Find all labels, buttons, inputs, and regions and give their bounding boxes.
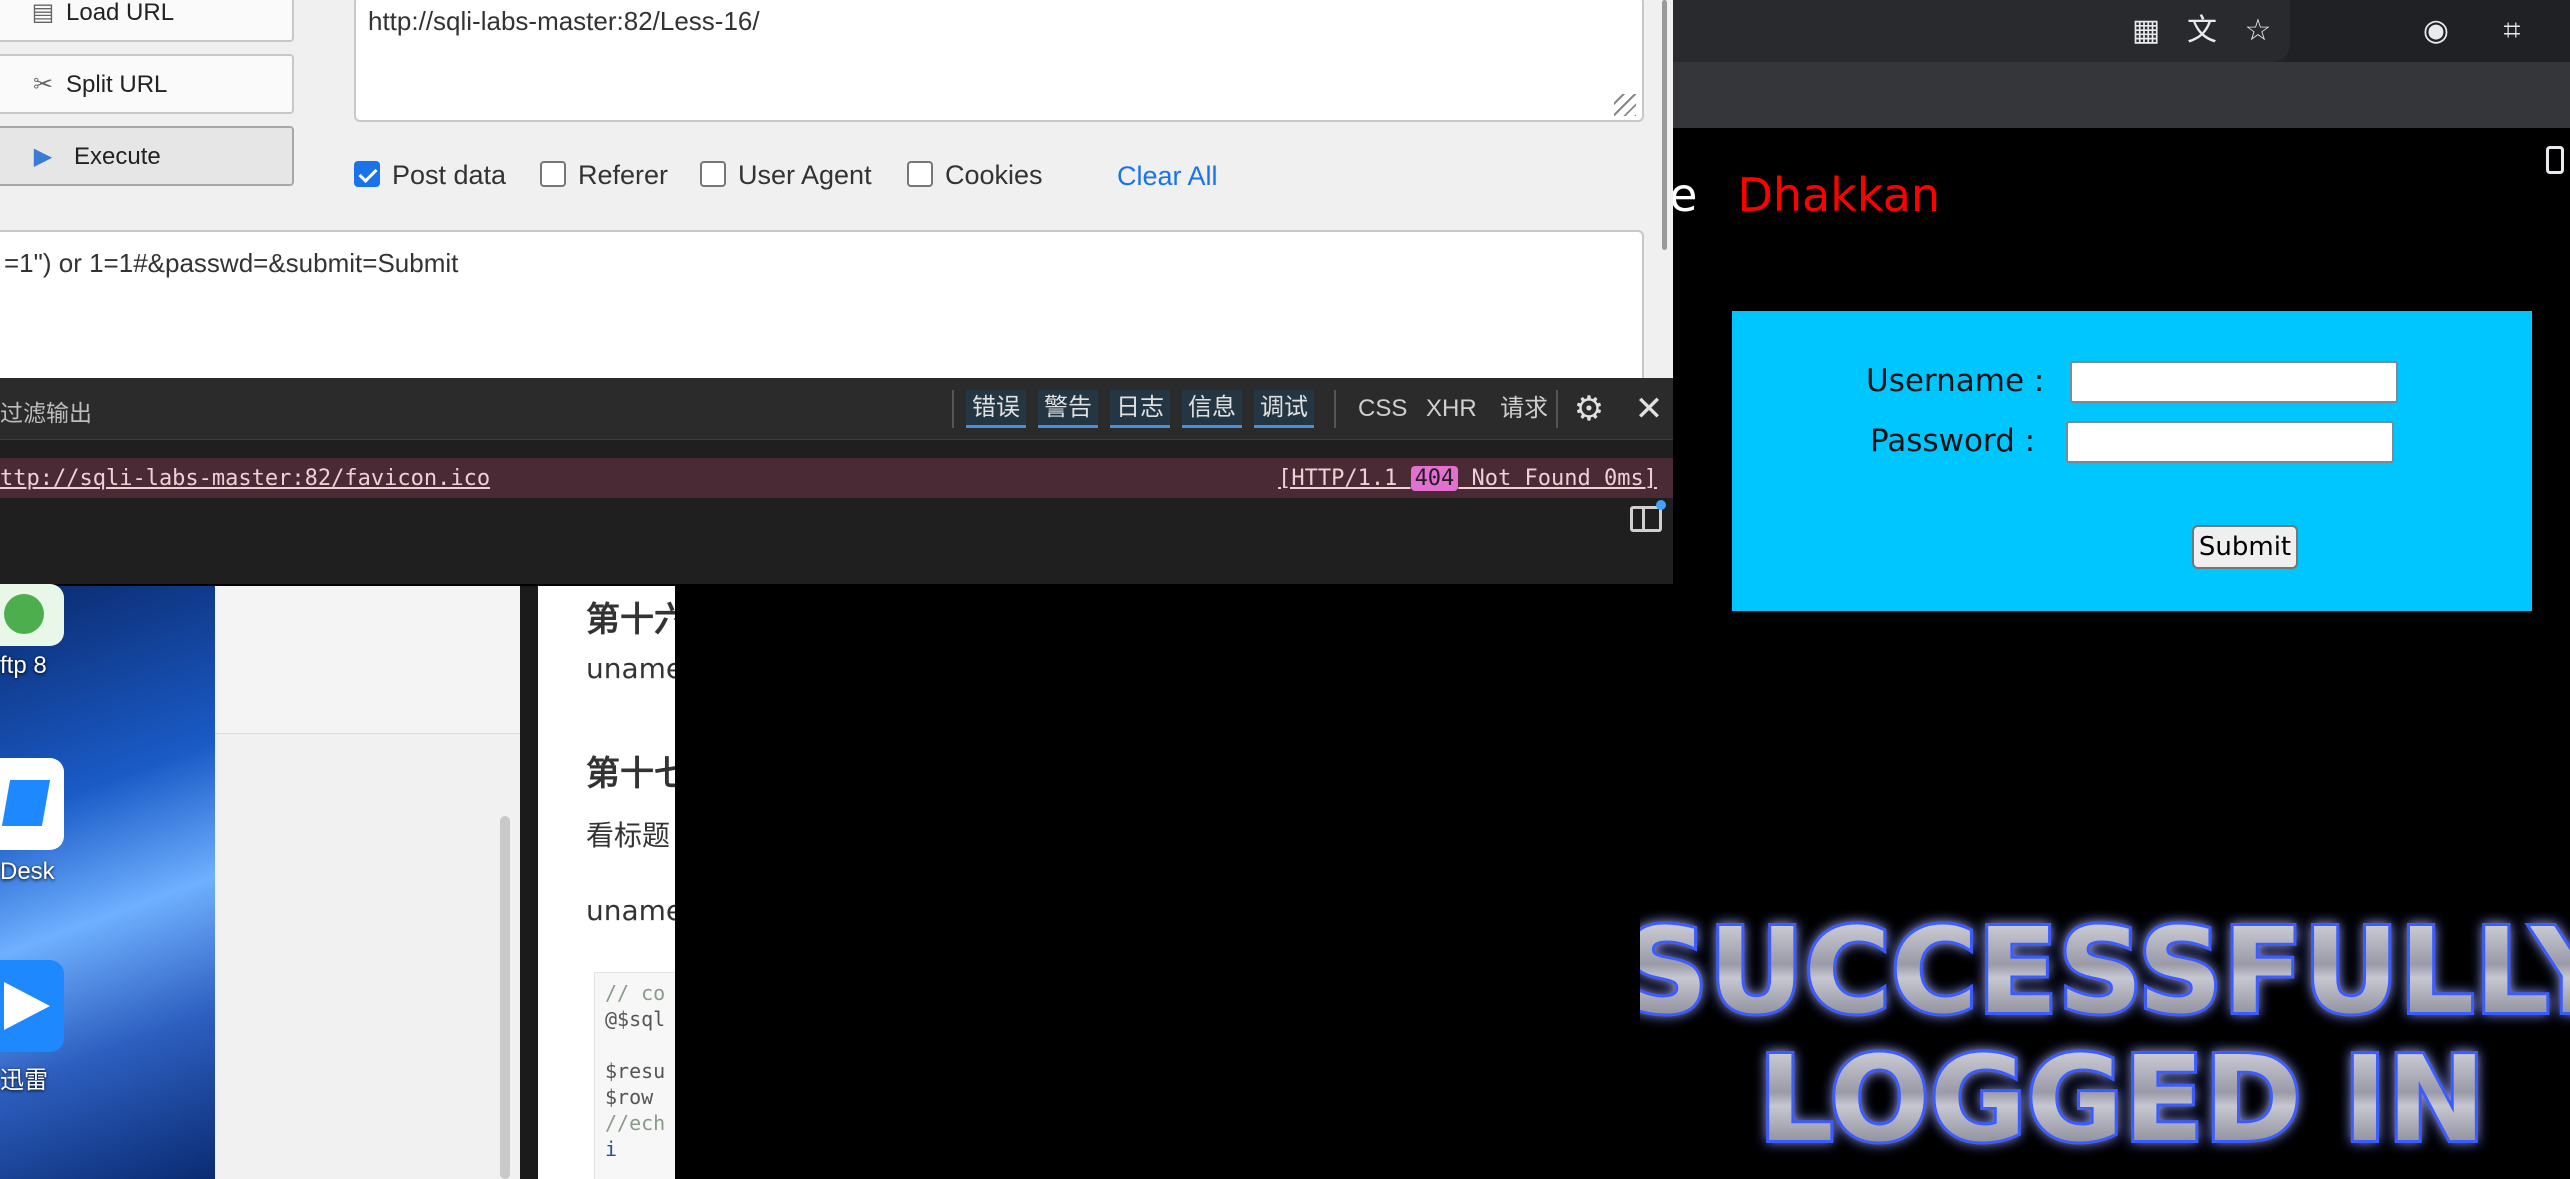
article-text-1: uname (586, 652, 675, 685)
post-data-textarea[interactable]: =1") or 1=1#&passwd=&submit=Submit (0, 230, 1644, 390)
post-data-checkbox[interactable]: Post data (354, 160, 506, 192)
code-line: // co (605, 981, 666, 1005)
code-line: //ech (605, 1111, 666, 1135)
execute-button[interactable]: ▶ Execute (0, 126, 294, 186)
article-heading-16: 第十六 (586, 600, 675, 640)
crop-icon[interactable]: ⌗ (2494, 13, 2530, 49)
heading-red-text: Dhakkan (1737, 168, 1941, 222)
cookies-checkbox[interactable]: Cookies (907, 160, 1043, 192)
side-panel-scrollbar[interactable] (500, 816, 510, 1179)
thunder-app-icon[interactable] (0, 960, 64, 1052)
article-heading-17: 第十七 (586, 754, 675, 794)
browser-window: ▦ 文 ☆ ◉ ⌗ neDhakkan Username : Password … (1640, 0, 2570, 1179)
password-input[interactable] (2066, 421, 2394, 463)
toolbar-separator (1556, 390, 1558, 428)
status-prefix: [HTTP/1.1 (1278, 466, 1411, 491)
device-icon[interactable] (2546, 146, 2564, 174)
code-block: // co @$sql $resu $row //ech i (594, 972, 675, 1179)
checkbox-unchecked[interactable] (700, 160, 726, 187)
filter-tab-warnings[interactable]: 警告 (1038, 390, 1098, 428)
window-gap (520, 586, 538, 1179)
scissors-icon: ✂ (32, 71, 54, 98)
gear-icon[interactable]: ⚙ (1570, 390, 1608, 428)
toolbar-separator (1334, 390, 1336, 428)
split-url-label: Split URL (66, 71, 168, 98)
banner-line-1: SUCCESSFULLY (1640, 902, 2570, 1040)
error-status[interactable]: [HTTP/1.1 404 Not Found 0ms] (1278, 466, 1657, 491)
desktop-background: ftp 8 Desk 迅雷 (0, 584, 215, 1179)
devtools-console: 过滤输出 错误 警告 日志 信息 调试 CSS XHR 请求 ⚙ ✕ ttp:/… (0, 378, 1673, 584)
login-form: Username : Password : Submit (1732, 311, 2532, 611)
address-bar[interactable]: ▦ 文 ☆ (1640, 0, 2290, 62)
url-value: http://sqli-labs-master:82/Less-16/ (368, 6, 760, 36)
status-suffix: Not Found 0ms] (1458, 466, 1657, 491)
password-label: Password : (1870, 423, 2036, 459)
post-body-value: =1") or 1=1#&passwd=&submit=Submit (4, 248, 459, 278)
console-error-row: ttp://sqli-labs-master:82/favicon.ico [H… (0, 458, 1673, 498)
close-icon[interactable]: ✕ (1630, 390, 1668, 428)
success-banner-image: SUCCESSFULLY LOGGED IN (1640, 900, 2570, 1171)
code-line: $resu (605, 1059, 666, 1083)
checkbox-unchecked[interactable] (907, 160, 933, 187)
error-url-link[interactable]: ttp://sqli-labs-master:82/favicon.ico (0, 466, 490, 491)
url-textarea[interactable]: http://sqli-labs-master:82/Less-16/ (354, 0, 1644, 122)
sidebar-toggle-icon[interactable] (1630, 506, 1662, 532)
browser-toolbar: ▦ 文 ☆ ◉ ⌗ (1640, 0, 2570, 62)
account-icon[interactable]: ◉ (2418, 13, 2454, 49)
bookmark-bar (1640, 62, 2570, 174)
article-text-3: uname (586, 894, 675, 927)
qr-code-icon[interactable]: ▦ (2128, 13, 2164, 49)
side-panel-header (215, 586, 520, 734)
console-message-cut (0, 440, 1673, 452)
side-panel (215, 586, 520, 1179)
todesk-app-icon[interactable] (0, 758, 64, 850)
code-line: i (605, 1137, 618, 1161)
filter-tab-css[interactable]: CSS (1358, 390, 1407, 428)
desktop-label-2: Desk (0, 858, 55, 885)
checkbox-unchecked[interactable] (540, 160, 566, 187)
user-agent-checkbox[interactable]: User Agent (700, 160, 872, 192)
hackbar-scrollbar[interactable] (1662, 0, 1667, 250)
referer-label: Referer (578, 160, 669, 190)
hackbar-panel: ▤ Load URL ✂ Split URL ▶ Execute http://… (0, 0, 1673, 390)
page-heading: neDhakkan (1640, 168, 1940, 238)
filter-input[interactable]: 过滤输出 (0, 394, 92, 428)
sftp-app-icon[interactable] (0, 584, 64, 646)
load-url-label: Load URL (66, 0, 175, 26)
status-code-badge: 404 (1410, 466, 1459, 491)
notification-dot (1656, 500, 1666, 510)
article-text-2: 看标题 (586, 819, 671, 852)
split-url-button[interactable]: ✂ Split URL (0, 54, 294, 114)
toolbar-separator (952, 390, 954, 428)
code-line: $row (605, 1085, 654, 1109)
execute-label: Execute (74, 143, 161, 170)
load-url-button[interactable]: ▤ Load URL (0, 0, 294, 42)
article-page: 第十六 uname 第十七 看标题 uname // co @$sql $res… (538, 586, 675, 1179)
user-agent-label: User Agent (738, 160, 872, 190)
star-icon[interactable]: ☆ (2240, 13, 2276, 49)
checkbox-checked[interactable] (354, 160, 380, 187)
play-icon: ▶ (33, 143, 53, 170)
filter-tab-requests[interactable]: 请求 (1500, 390, 1548, 428)
code-line: @$sql (605, 1007, 666, 1031)
filter-tab-errors[interactable]: 错误 (966, 390, 1026, 428)
desktop-label-3: 迅雷 (0, 1067, 48, 1094)
referer-checkbox[interactable]: Referer (540, 160, 668, 192)
resize-grip[interactable] (1614, 94, 1636, 116)
username-label: Username : (1866, 363, 2045, 399)
load-icon: ▤ (31, 0, 55, 26)
post-data-label: Post data (392, 160, 507, 190)
filter-tab-xhr[interactable]: XHR (1426, 390, 1477, 428)
cookies-label: Cookies (945, 160, 1043, 190)
translate-icon[interactable]: 文 (2184, 13, 2220, 49)
filter-tab-info[interactable]: 信息 (1182, 390, 1242, 428)
console-toolbar: 过滤输出 错误 警告 日志 信息 调试 CSS XHR 请求 ⚙ ✕ (0, 378, 1673, 440)
filter-tab-debug[interactable]: 调试 (1254, 390, 1314, 428)
desktop-label-1: ftp 8 (0, 652, 47, 679)
filter-tab-logs[interactable]: 日志 (1110, 390, 1170, 428)
clear-all-link[interactable]: Clear All (1117, 161, 1218, 192)
submit-button[interactable]: Submit (2192, 525, 2298, 569)
banner-line-2: LOGGED IN (1758, 1030, 2485, 1168)
username-input[interactable] (2070, 361, 2398, 403)
